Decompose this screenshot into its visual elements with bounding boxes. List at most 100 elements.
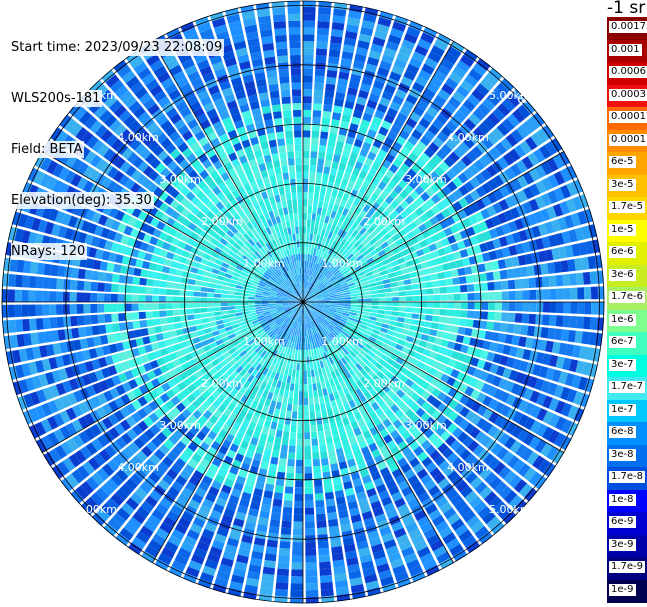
range-gate-cell	[179, 303, 187, 309]
range-gate-cell	[330, 167, 338, 176]
range-gate-cell	[281, 221, 287, 230]
range-gate-cell	[513, 324, 522, 335]
range-gate-cell	[305, 349, 309, 357]
range-gate-cell	[308, 397, 314, 405]
range-gate-cell	[444, 324, 453, 333]
range-gate-cell	[378, 302, 386, 306]
range-gate-cell	[261, 304, 269, 307]
range-gate-cell	[311, 438, 319, 446]
range-gate-cell	[280, 381, 286, 390]
range-gate-cell	[166, 316, 175, 324]
range-gate-cell	[273, 159, 281, 168]
range-gate-cell	[320, 451, 328, 459]
range-gate-cell	[228, 313, 236, 318]
range-gate-cell	[173, 316, 181, 323]
range-gate-cell	[285, 410, 292, 419]
range-gate-cell	[308, 383, 313, 392]
range-gate-cell	[289, 383, 295, 391]
range-gate-cell	[290, 590, 303, 598]
range-gate-cell	[248, 296, 256, 300]
range-gate-cell	[241, 296, 249, 300]
range-gate-cell	[181, 321, 189, 328]
range-gate-cell	[316, 527, 328, 535]
range-gate-cell	[186, 290, 194, 297]
range-gate-cell	[303, 349, 306, 357]
range-gate-cell	[57, 329, 66, 341]
range-gate-cell	[311, 445, 319, 453]
range-gate-cell	[287, 397, 293, 405]
range-gate-cell	[268, 302, 276, 304]
range-gate-cell	[255, 297, 263, 300]
range-gate-cell	[273, 21, 287, 29]
range-gate-cell	[288, 390, 294, 398]
range-gate-cell	[453, 309, 461, 318]
range-gate-cell	[288, 34, 301, 42]
range-gate-cell	[330, 35, 343, 45]
range-gate-cell	[241, 302, 249, 306]
range-gate-cell	[234, 309, 242, 313]
range-gate-cell	[303, 336, 306, 344]
range-gate-cell	[294, 137, 302, 145]
range-gate-cell	[281, 96, 291, 105]
range-gate-cell	[271, 104, 282, 113]
range-gate-cell	[316, 513, 326, 522]
range-gate-cell	[432, 308, 441, 316]
range-gate-cell	[293, 212, 298, 221]
range-gate-cell	[266, 70, 278, 79]
range-gate-cell	[305, 336, 308, 344]
range-gate-cell	[330, 463, 339, 472]
range-gate-cell	[277, 138, 286, 147]
range-gate-cell	[322, 388, 328, 396]
range-gate-cell	[319, 568, 332, 577]
range-gate-cell	[321, 179, 328, 188]
range-gate-cell	[333, 182, 341, 191]
range-gate-cell	[278, 186, 285, 195]
range-gate-cell	[308, 185, 315, 193]
range-gate-cell	[303, 185, 309, 193]
range-gate-cell	[294, 383, 299, 392]
range-gate-cell	[319, 374, 325, 383]
range-gate-cell	[401, 328, 410, 335]
range-gate-cell	[398, 312, 406, 318]
range-gate-cell	[174, 322, 183, 330]
range-gate-cell	[214, 284, 223, 290]
range-gate-cell	[297, 356, 301, 364]
range-gate-cell	[457, 326, 466, 335]
range-gate-cell	[289, 171, 296, 180]
range-gate-cell	[297, 418, 303, 426]
range-gate-cell	[304, 432, 311, 440]
range-gate-cell	[310, 369, 315, 378]
range-gate-cell	[220, 306, 228, 311]
range-gate-cell	[303, 82, 313, 90]
range-gate-cell	[316, 382, 322, 390]
range-gate-cell	[323, 422, 331, 431]
range-gate-cell	[200, 286, 208, 292]
range-gate-cell	[287, 369, 293, 377]
range-gate-cell	[314, 486, 324, 494]
range-gate-cell	[315, 179, 322, 187]
range-gate-cell	[291, 226, 296, 235]
range-gate-cell	[467, 302, 475, 310]
range-gate-cell	[522, 302, 530, 312]
range-gate-cell	[267, 434, 275, 443]
range-gate-cell	[145, 295, 153, 302]
range-gate-cell	[562, 315, 571, 328]
range-gate-cell	[323, 166, 331, 175]
range-gate-cell	[292, 542, 303, 550]
range-gate-cell	[21, 304, 29, 317]
range-gate-cell	[480, 311, 489, 320]
range-gate-cell	[419, 308, 427, 314]
range-gate-cell	[384, 310, 392, 316]
range-gate-cell	[391, 306, 399, 312]
range-gate-cell	[283, 117, 292, 125]
range-gate-cell	[310, 363, 314, 371]
range-gate-cell	[291, 75, 301, 83]
range-gate-cell	[285, 137, 294, 146]
range-gate-cell	[306, 233, 310, 241]
range-gate-cell	[323, 104, 333, 112]
range-gate-cell	[222, 318, 231, 324]
range-gate-cell	[290, 54, 301, 63]
range-gate-cell	[213, 298, 221, 302]
range-gate-cell	[318, 547, 330, 556]
range-gate-cell	[425, 308, 434, 315]
